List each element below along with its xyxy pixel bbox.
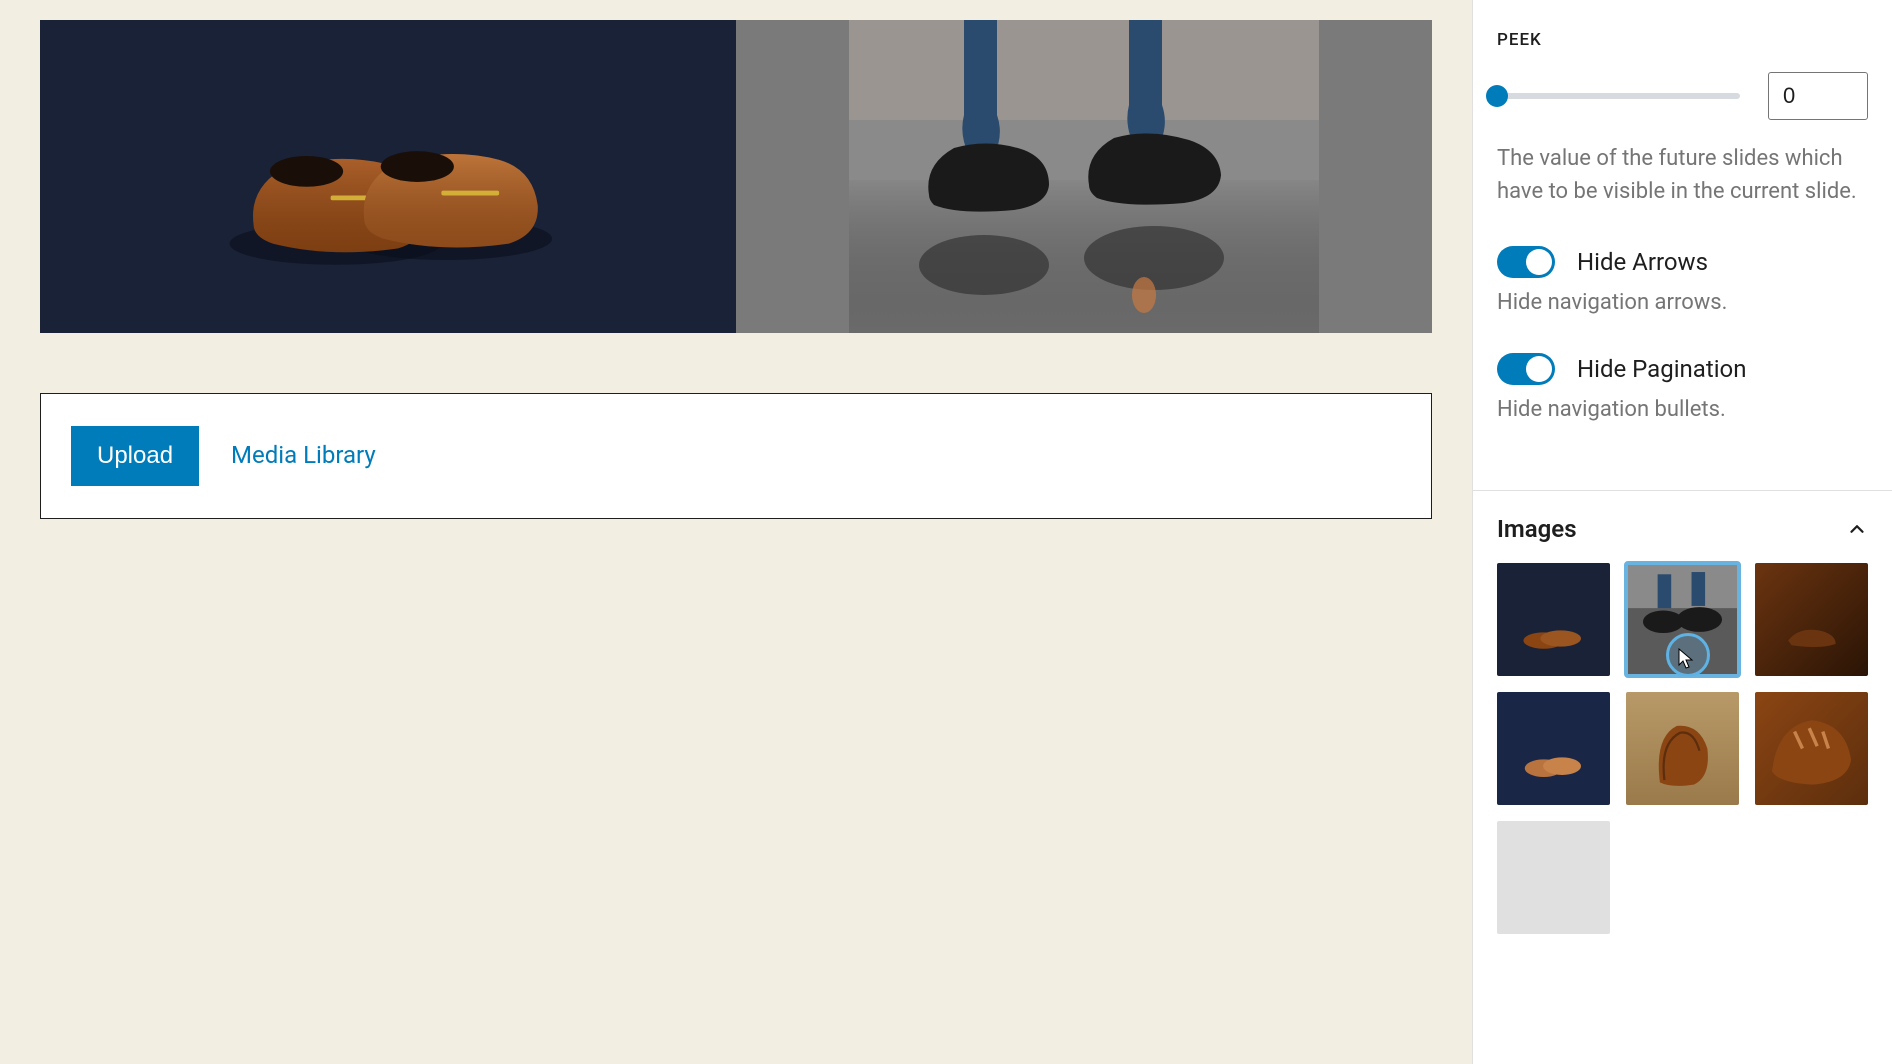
images-panel-header[interactable]: Images bbox=[1473, 491, 1892, 563]
add-image-button[interactable] bbox=[1497, 821, 1610, 934]
peek-input[interactable] bbox=[1768, 72, 1868, 120]
image-thumbnail-2[interactable] bbox=[1626, 563, 1739, 676]
peek-slider[interactable] bbox=[1497, 93, 1740, 99]
hide-pagination-description: Hide navigation bullets. bbox=[1497, 397, 1868, 422]
image-thumbnail-4[interactable] bbox=[1497, 692, 1610, 805]
image-thumbnail-grid bbox=[1473, 563, 1892, 958]
upload-button[interactable]: Upload bbox=[71, 426, 199, 486]
image-thumbnail-1[interactable] bbox=[1497, 563, 1610, 676]
peek-slider-thumb[interactable] bbox=[1486, 85, 1508, 107]
editor-canvas: Upload Media Library bbox=[0, 0, 1472, 1064]
toggle-knob bbox=[1526, 249, 1552, 275]
slide-1[interactable] bbox=[40, 20, 736, 333]
toggle-knob bbox=[1526, 356, 1552, 382]
media-library-link[interactable]: Media Library bbox=[231, 441, 376, 469]
hide-pagination-toggle[interactable] bbox=[1497, 353, 1555, 385]
slide-2[interactable] bbox=[736, 20, 1432, 333]
peek-control-row bbox=[1497, 72, 1868, 120]
hide-pagination-row: Hide Pagination bbox=[1497, 353, 1868, 385]
peek-description: The value of the future slides which hav… bbox=[1497, 142, 1868, 208]
hide-arrows-toggle[interactable] bbox=[1497, 246, 1555, 278]
hide-pagination-label: Hide Pagination bbox=[1577, 355, 1747, 383]
chevron-up-icon bbox=[1846, 518, 1868, 540]
upload-panel: Upload Media Library bbox=[40, 393, 1432, 519]
slider-preview bbox=[40, 20, 1432, 333]
image-thumbnail-3[interactable] bbox=[1755, 563, 1868, 676]
peek-label: PEEK bbox=[1497, 30, 1868, 50]
loafer-image bbox=[110, 51, 667, 301]
hide-arrows-description: Hide navigation arrows. bbox=[1497, 290, 1868, 315]
image-thumbnail-6[interactable] bbox=[1755, 692, 1868, 805]
hide-arrows-label: Hide Arrows bbox=[1577, 248, 1708, 276]
peek-section: PEEK The value of the future slides whic… bbox=[1473, 0, 1892, 490]
settings-sidebar: PEEK The value of the future slides whic… bbox=[1472, 0, 1892, 1064]
boots-image bbox=[736, 20, 1432, 333]
images-panel-title: Images bbox=[1497, 515, 1577, 543]
image-thumbnail-5[interactable] bbox=[1626, 692, 1739, 805]
hide-arrows-row: Hide Arrows bbox=[1497, 246, 1868, 278]
